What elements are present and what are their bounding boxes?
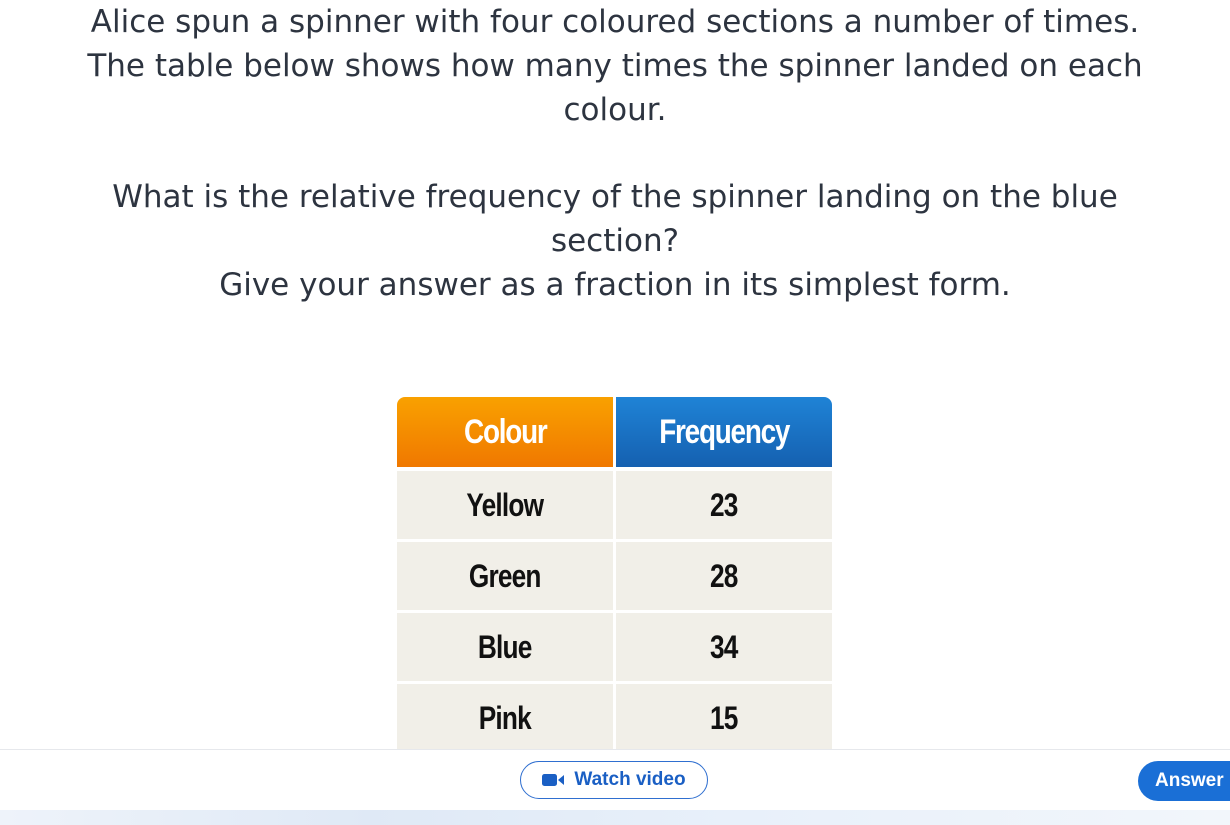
table-row: Yellow 23 [397,469,832,542]
video-camera-icon [542,773,566,787]
footer-decor-strip [0,810,1230,825]
cell-frequency: 15 [614,682,832,749]
header-frequency: Frequency [614,397,832,471]
answer-button[interactable]: Answer [1138,761,1230,801]
watch-video-label: Watch video [574,769,686,790]
cell-colour: Green [397,540,616,613]
question-page: Alice spun a spinner with four coloured … [0,0,1230,825]
footer-bar: Watch video Answer [0,749,1230,825]
question-line: What is the relative frequency of the sp… [112,179,1118,215]
table-header-row: Colour Frequency [397,397,832,471]
question-spacer [0,132,1230,175]
question-text: Alice spun a spinner with four coloured … [0,0,1230,307]
cell-frequency: 34 [614,611,832,684]
question-line: The table below shows how many times the… [87,48,1143,84]
watch-video-button[interactable]: Watch video [520,761,708,799]
answer-label: Answer [1155,770,1224,791]
frequency-table: Colour Frequency Yellow 23 Green 28 Blue… [397,397,832,749]
frequency-table-container: Colour Frequency Yellow 23 Green 28 Blue… [397,397,832,749]
question-line: Alice spun a spinner with four coloured … [90,4,1140,40]
table-row: Pink 15 [397,682,832,749]
header-colour: Colour [397,397,616,471]
cell-frequency: 28 [614,540,832,613]
cell-colour: Pink [397,682,616,749]
question-line: colour. [563,92,667,128]
question-line: Give your answer as a fraction in its si… [219,267,1011,303]
cell-colour: Blue [397,611,616,684]
table-row: Green 28 [397,540,832,613]
question-line: section? [550,223,680,259]
table-row: Blue 34 [397,611,832,684]
cell-frequency: 23 [614,469,832,542]
cell-colour: Yellow [397,469,616,542]
